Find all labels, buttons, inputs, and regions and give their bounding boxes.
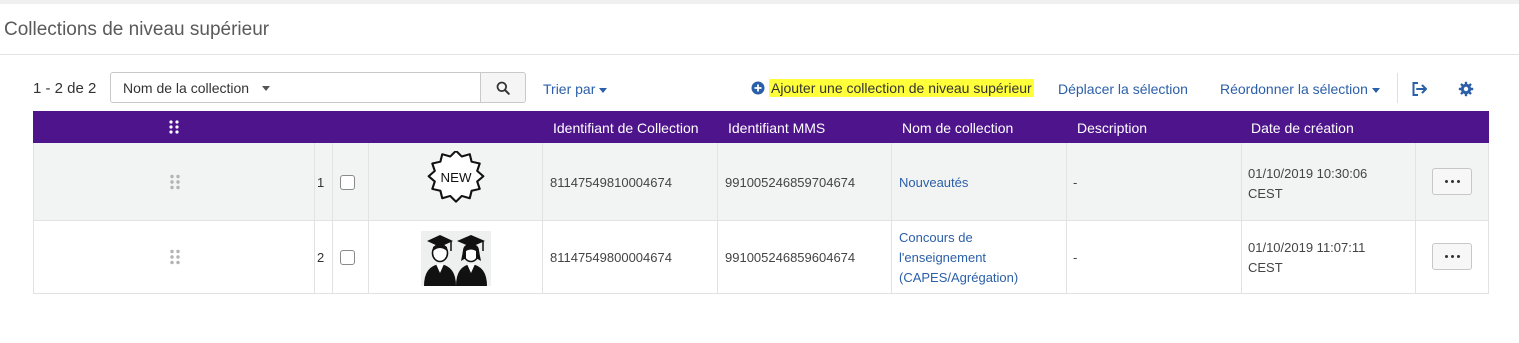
caret-down-icon	[599, 87, 608, 93]
mms-id-cell: 991005246859604674	[725, 250, 856, 265]
collection-name-link[interactable]: Nouveautés	[899, 173, 968, 193]
creation-timezone: CEST	[1248, 186, 1283, 201]
export-button[interactable]	[1410, 80, 1428, 98]
table-row: 1 NEW 81147549810004674 9910052468597046…	[33, 143, 1489, 221]
collection-name-line: Concours de	[899, 230, 973, 245]
collection-id-cell: 81147549800004674	[550, 250, 672, 265]
drag-handle-icon[interactable]	[170, 249, 180, 265]
search-field-select[interactable]: Nom de la collection	[110, 72, 280, 103]
row-select-checkbox[interactable]	[340, 250, 355, 265]
column-header-collection-id[interactable]: Identifiant de Collection	[553, 120, 699, 136]
drag-handle-icon[interactable]	[170, 174, 180, 190]
graduates-icon	[421, 231, 491, 286]
collection-name-line: l'enseignement	[899, 250, 987, 265]
table-header: Identifiant de Collection Identifiant MM…	[33, 111, 1489, 143]
sort-by-dropdown[interactable]: Trier par	[543, 81, 608, 97]
plus-circle-icon	[751, 81, 765, 95]
sort-by-label: Trier par	[543, 81, 596, 97]
row-select-checkbox[interactable]	[340, 175, 355, 190]
move-selection-link[interactable]: Déplacer la sélection	[1058, 81, 1188, 97]
page-title: Collections de niveau supérieur	[4, 19, 270, 40]
collection-id-cell: 81147549810004674	[550, 175, 672, 190]
search-icon	[496, 81, 510, 95]
result-count: 1 - 2 de 2	[33, 80, 97, 97]
add-collection-button[interactable]: Ajouter une collection de niveau supérie…	[751, 79, 1034, 97]
description-cell: -	[1073, 250, 1078, 265]
creation-date: 01/10/2019 11:07:11	[1248, 240, 1366, 255]
new-badge-icon: NEW	[427, 151, 485, 203]
description-cell: -	[1073, 175, 1078, 190]
table-row: 2 81147549800004674 991005246859604674 C…	[33, 221, 1489, 294]
reorder-selection-dropdown[interactable]: Réordonner la sélection	[1220, 81, 1380, 97]
row-order-number: 1	[317, 175, 325, 190]
row-actions-button[interactable]	[1432, 243, 1472, 270]
collection-name-link[interactable]: Concours de l'enseignement (CAPES/Agréga…	[899, 228, 1018, 288]
collections-table: Identifiant de Collection Identifiant MM…	[33, 111, 1489, 294]
column-header-mms-id[interactable]: Identifiant MMS	[728, 120, 825, 136]
drag-handle-icon	[169, 120, 179, 134]
search-button[interactable]	[480, 72, 526, 103]
toolbar-divider	[1397, 73, 1398, 103]
row-order-number: 2	[317, 250, 325, 265]
creation-timezone: CEST	[1248, 260, 1283, 275]
column-header-description[interactable]: Description	[1077, 120, 1147, 136]
new-badge-text: NEW	[440, 170, 471, 185]
mms-id-cell: 991005246859704674	[725, 175, 856, 190]
more-icon	[1444, 180, 1460, 183]
collection-name-line: (CAPES/Agrégation)	[899, 270, 1019, 285]
more-icon	[1444, 255, 1460, 258]
caret-down-icon	[262, 86, 270, 91]
creation-date-cell: 01/10/2019 10:30:06 CEST	[1248, 164, 1367, 204]
reorder-selection-label: Réordonner la sélection	[1220, 81, 1368, 97]
search-input[interactable]	[279, 72, 481, 103]
column-header-collection-name[interactable]: Nom de collection	[902, 120, 1013, 136]
export-icon	[1412, 82, 1427, 96]
creation-date-cell: 01/10/2019 11:07:11 CEST	[1248, 238, 1365, 278]
gear-icon	[1458, 81, 1474, 97]
caret-down-icon	[1371, 87, 1380, 93]
add-collection-label: Ajouter une collection de niveau supérie…	[769, 79, 1034, 97]
toolbar: 1 - 2 de 2 Nom de la collection Trier pa…	[0, 55, 1519, 111]
settings-button[interactable]	[1457, 80, 1475, 98]
search-field-value: Nom de la collection	[123, 80, 250, 96]
row-actions-button[interactable]	[1432, 168, 1472, 195]
creation-date: 01/10/2019 10:30:06	[1248, 166, 1368, 181]
page-header: Collections de niveau supérieur	[0, 4, 1519, 55]
column-header-creation-date[interactable]: Date de création	[1251, 120, 1354, 136]
